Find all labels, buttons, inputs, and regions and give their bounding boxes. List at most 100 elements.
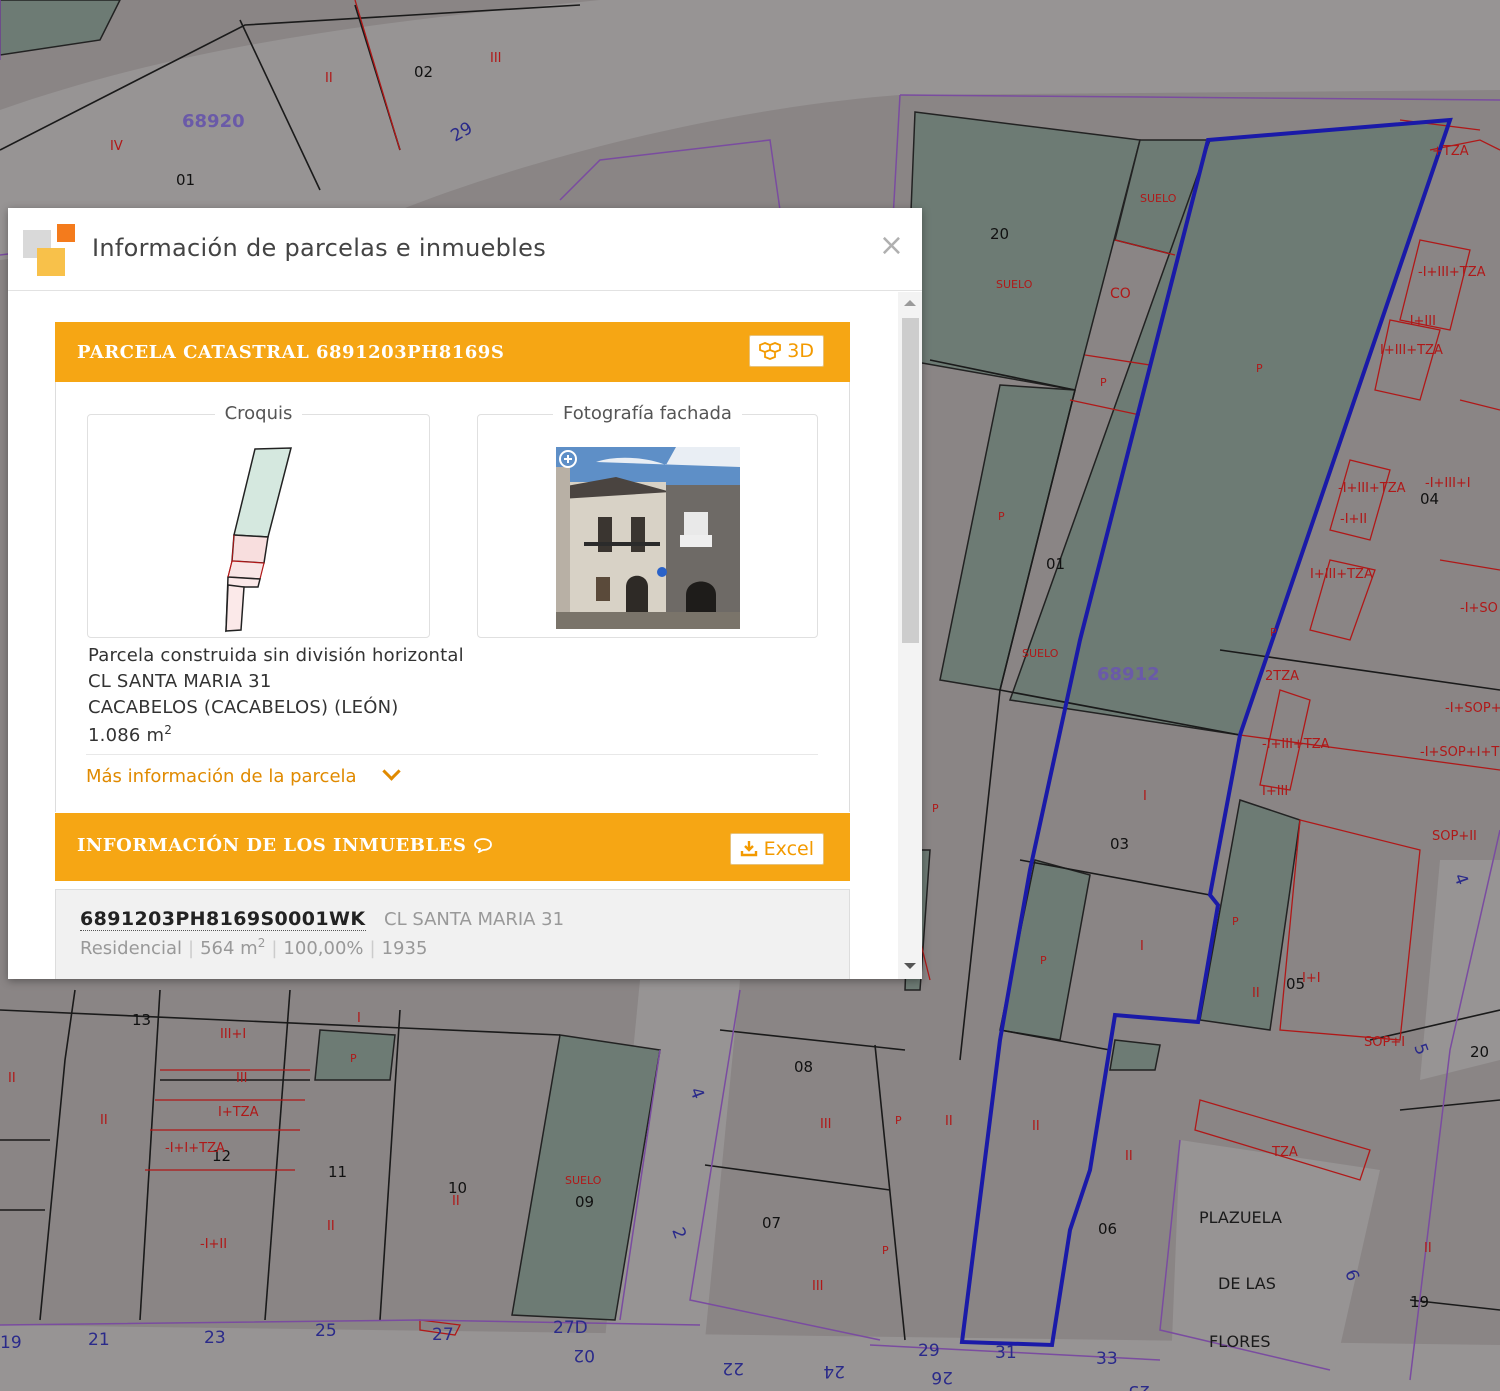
parcel-area-value: 1.086 m (88, 725, 165, 746)
svg-text:III: III (820, 1117, 832, 1132)
svg-text:II: II (8, 1071, 16, 1086)
svg-text:TZA: TZA (1271, 1145, 1298, 1160)
svg-text:CO: CO (1110, 286, 1131, 302)
svg-text:IV: IV (110, 139, 123, 154)
facade-photo[interactable] (556, 447, 740, 629)
map-street-number: 25 (315, 1321, 337, 1341)
svg-text:P: P (1100, 376, 1107, 389)
svg-text:-I+SO: -I+SO (1460, 601, 1498, 616)
svg-text:III+I: III+I (220, 1027, 246, 1042)
map-parcel-number: 08 (794, 1058, 813, 1076)
svg-text:P: P (350, 1052, 357, 1065)
map-block-id: 68912 (1097, 664, 1160, 685)
property-address: CL SANTA MARIA 31 (384, 909, 565, 930)
map-street-number: 02 (573, 1345, 595, 1365)
cubes-icon (759, 340, 787, 362)
download-icon (740, 838, 764, 860)
svg-text:I: I (1140, 939, 1144, 954)
chevron-down-icon (381, 762, 401, 781)
property-row[interactable]: 6891203PH8169S0001WK CL SANTA MARIA 31 R… (55, 889, 850, 979)
parcel-sketch[interactable] (88, 415, 431, 639)
svg-text:P: P (895, 1114, 902, 1127)
svg-text:II: II (1424, 1241, 1432, 1256)
svg-text:-I+SOP+I+T: -I+SOP+I+T (1420, 745, 1499, 760)
map-place-name: DE LAS (1218, 1274, 1276, 1293)
svg-text:+TZA: +TZA (1432, 144, 1469, 159)
popup-scrollbar[interactable] (898, 292, 922, 979)
svg-text:SOP+I: SOP+I (1364, 1035, 1405, 1050)
divider (86, 754, 818, 755)
scroll-up-icon[interactable] (904, 300, 916, 306)
parcel-info-popup: Información de parcelas e inmuebles × PA… (8, 208, 922, 979)
svg-text:-I+I+TZA: -I+I+TZA (165, 1141, 225, 1156)
popup-content[interactable]: PARCELA CATASTRAL 6891203PH8169S 3D Croq… (8, 292, 898, 979)
3d-button[interactable]: 3D (749, 335, 824, 367)
map-street-number: 27 (432, 1325, 454, 1345)
property-meta: Residencial | 564 m2 | 100,00% | 1935 (80, 936, 428, 959)
svg-text:II: II (1252, 986, 1260, 1001)
map-street-number: 26 (931, 1367, 953, 1387)
map-place-name: FLORES (1209, 1332, 1271, 1351)
parcel-header-bar: PARCELA CATASTRAL 6891203PH8169S 3D (55, 322, 850, 382)
facade-photo-label: Fotografía fachada (553, 403, 742, 424)
svg-text:-I+III+TZA: -I+III+TZA (1338, 481, 1406, 496)
svg-text:-I+III+TZA: -I+III+TZA (1262, 737, 1330, 752)
map-street-number: 33 (1096, 1349, 1118, 1369)
svg-text:I+TZA: I+TZA (218, 1105, 259, 1120)
svg-text:-I+SOP+: -I+SOP+ (1445, 701, 1500, 716)
map-street-number: 25 (1128, 1381, 1150, 1391)
svg-text:P: P (998, 510, 1005, 523)
map-parcel-number: 19 (1410, 1293, 1429, 1311)
svg-text:II: II (325, 71, 333, 86)
svg-text:SUELO: SUELO (1022, 647, 1059, 660)
map-street-number: 19 (0, 1333, 22, 1353)
map-parcel-number: 01 (176, 171, 195, 189)
svg-text:P: P (1232, 915, 1239, 928)
map-street-number: 24 (823, 1361, 845, 1381)
parcel-area-unit-exp: 2 (164, 723, 173, 737)
svg-text:-I+III+TZA: -I+III+TZA (1418, 265, 1486, 280)
svg-text:I: I (1143, 789, 1147, 804)
map-parcel-number: 11 (328, 1163, 347, 1181)
svg-text:I+I: I+I (1302, 971, 1321, 986)
map-street-number: 27D (553, 1318, 588, 1338)
parcel-type: Parcela construida sin división horizont… (88, 645, 464, 666)
svg-text:I+III+TZA: I+III+TZA (1310, 567, 1373, 582)
property-surface: 564 m (200, 938, 258, 959)
property-year: 1935 (381, 938, 428, 959)
map-street-number: 31 (995, 1343, 1017, 1363)
excel-button[interactable]: Excel (729, 833, 824, 865)
map-street-number: 21 (88, 1330, 110, 1350)
popup-header: Información de parcelas e inmuebles × (8, 208, 922, 291)
property-surface-exp: 2 (257, 936, 266, 950)
svg-text:P: P (1256, 362, 1263, 375)
more-parcel-info-label: Más información de la parcela (86, 766, 357, 787)
svg-text:I+III+TZA: I+III+TZA (1380, 343, 1443, 358)
svg-text:P: P (1040, 954, 1047, 967)
map-parcel-number: 20 (990, 225, 1009, 243)
scroll-thumb[interactable] (902, 318, 919, 643)
parcel-card: PARCELA CATASTRAL 6891203PH8169S 3D Croq… (55, 322, 850, 812)
close-icon[interactable]: × (879, 228, 904, 264)
svg-text:III: III (490, 51, 502, 66)
map-parcel-number: 04 (1420, 490, 1439, 508)
property-ref-link[interactable]: 6891203PH8169S0001WK (80, 908, 366, 931)
svg-text:II: II (100, 1113, 108, 1128)
map-street-number: 22 (722, 1358, 744, 1378)
properties-header-label: INFORMACIÓN DE LOS INMUEBLES (77, 835, 467, 856)
svg-text:SUELO: SUELO (565, 1174, 602, 1187)
svg-text:-I+II: -I+II (1340, 512, 1367, 527)
scroll-down-icon[interactable] (904, 963, 916, 969)
map-parcel-number: 03 (1110, 835, 1129, 853)
svg-text:P: P (932, 802, 939, 815)
3d-button-label: 3D (787, 340, 814, 362)
map-parcel-number: 13 (132, 1011, 151, 1029)
more-parcel-info-link[interactable]: Más información de la parcela (86, 762, 401, 787)
map-place-name: PLAZUELA (1199, 1208, 1282, 1227)
properties-header-bar: INFORMACIÓN DE LOS INMUEBLES Excel (55, 813, 850, 881)
svg-text:SUELO: SUELO (1140, 192, 1177, 205)
properties-header-title: INFORMACIÓN DE LOS INMUEBLES (77, 835, 493, 856)
parcel-body: Croquis Fotografía fachada Parcela const… (55, 382, 850, 812)
svg-text:II: II (1032, 1119, 1040, 1134)
svg-text:SOP+II: SOP+II (1432, 829, 1477, 844)
